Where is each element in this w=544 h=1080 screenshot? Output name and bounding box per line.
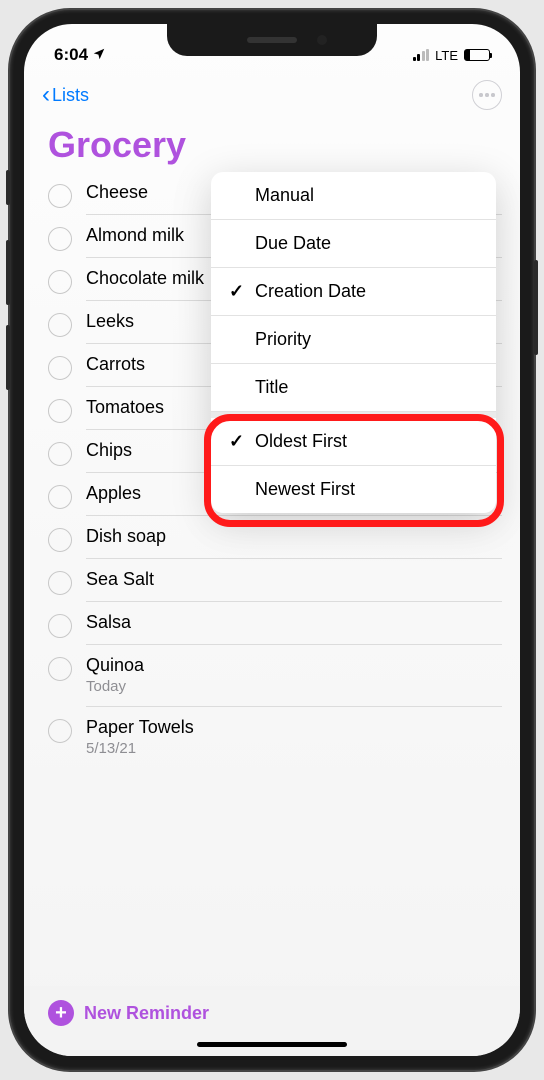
sort-option[interactable]: ✓Due Date [211,220,496,268]
plus-icon[interactable]: + [48,1000,74,1026]
status-time: 6:04 [54,45,88,65]
power-button [534,260,538,355]
reminder-subtitle: 5/13/21 [86,740,502,757]
volume-down-button [6,325,10,390]
sort-option-label: Newest First [255,479,355,500]
complete-circle[interactable] [48,270,72,294]
checkmark-icon: ✓ [229,431,245,452]
reminder-item[interactable]: Dish soap [48,516,520,559]
more-button[interactable] [472,80,502,110]
new-reminder-button[interactable]: New Reminder [84,1003,209,1024]
nav-bar: ‹ Lists [24,72,520,124]
sort-option-label: Title [255,377,288,398]
sort-option[interactable]: ✓ Creation Date [211,268,496,316]
complete-circle[interactable] [48,657,72,681]
sort-option[interactable]: ✓Newest First [211,466,496,513]
ellipsis-icon [479,93,495,97]
screen: 6:04 LTE ‹ Lists Gr [24,24,520,1056]
reminder-title: Quinoa [86,655,502,676]
reminder-subtitle: Today [86,678,502,695]
sort-option-label: Manual [255,185,314,206]
reminder-title: Salsa [86,612,502,633]
sort-option[interactable]: ✓ Oldest First [211,412,496,466]
reminder-item[interactable]: Salsa [48,602,520,645]
complete-circle[interactable] [48,227,72,251]
sort-option-label: Priority [255,329,311,350]
complete-circle[interactable] [48,356,72,380]
home-indicator[interactable] [197,1042,347,1047]
network-label: LTE [435,48,458,63]
complete-circle[interactable] [48,442,72,466]
volume-up-button [6,240,10,305]
reminder-item[interactable]: Quinoa Today [48,645,520,707]
sort-popover: ✓Manual✓Due Date✓Creation Date✓Priority✓… [211,172,496,513]
phone-frame: 6:04 LTE ‹ Lists Gr [10,10,534,1070]
complete-circle[interactable] [48,313,72,337]
complete-circle[interactable] [48,528,72,552]
complete-circle[interactable] [48,719,72,743]
reminder-item[interactable]: Sea Salt [48,559,520,602]
complete-circle[interactable] [48,614,72,638]
complete-circle[interactable] [48,485,72,509]
sort-option-label: Oldest First [255,431,347,452]
checkmark-icon: ✓ [229,281,245,302]
notch [167,24,377,56]
sort-option-label: Due Date [255,233,331,254]
sort-option[interactable]: ✓Manual [211,172,496,220]
list-title: Grocery [24,124,520,172]
sort-option-label: Creation Date [255,281,366,302]
sort-option[interactable]: ✓Priority [211,316,496,364]
complete-circle[interactable] [48,571,72,595]
chevron-left-icon: ‹ [42,83,50,107]
back-label: Lists [52,85,89,106]
sort-option[interactable]: ✓Title [211,364,496,412]
complete-circle[interactable] [48,399,72,423]
signal-icon [413,49,430,61]
reminder-title: Dish soap [86,526,502,547]
back-button[interactable]: ‹ Lists [42,83,89,107]
complete-circle[interactable] [48,184,72,208]
reminder-item[interactable]: Paper Towels 5/13/21 [48,707,520,768]
battery-icon [464,49,490,61]
mute-switch [6,170,10,205]
reminder-title: Sea Salt [86,569,502,590]
location-icon [92,47,106,64]
reminder-title: Paper Towels [86,717,502,738]
